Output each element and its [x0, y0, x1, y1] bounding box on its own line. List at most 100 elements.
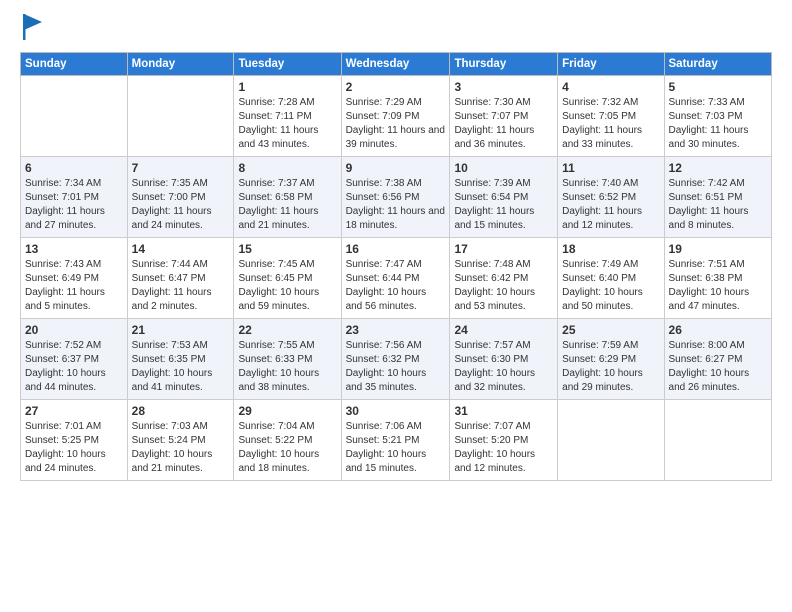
- sunset-text: Sunset: 6:38 PM: [669, 272, 767, 286]
- sunrise-text: Sunrise: 7:32 AM: [562, 96, 659, 110]
- weekday-header-monday: Monday: [127, 53, 234, 76]
- sunrise-text: Sunrise: 7:44 AM: [132, 258, 230, 272]
- daylight-text: Daylight: 10 hours and 18 minutes.: [238, 448, 336, 476]
- day-number: 10: [454, 161, 553, 175]
- daylight-text: Daylight: 11 hours and 8 minutes.: [669, 205, 767, 233]
- day-info: Sunrise: 7:37 AMSunset: 6:58 PMDaylight:…: [238, 177, 336, 233]
- day-number: 5: [669, 80, 767, 94]
- day-cell: 12Sunrise: 7:42 AMSunset: 6:51 PMDayligh…: [664, 157, 771, 238]
- daylight-text: Daylight: 11 hours and 30 minutes.: [669, 124, 767, 152]
- day-info: Sunrise: 7:06 AMSunset: 5:21 PMDaylight:…: [346, 420, 446, 476]
- sunrise-text: Sunrise: 7:06 AM: [346, 420, 446, 434]
- day-cell: [127, 76, 234, 157]
- day-info: Sunrise: 7:35 AMSunset: 7:00 PMDaylight:…: [132, 177, 230, 233]
- sunrise-text: Sunrise: 7:07 AM: [454, 420, 553, 434]
- day-number: 17: [454, 242, 553, 256]
- weekday-header-tuesday: Tuesday: [234, 53, 341, 76]
- day-cell: 15 Sunrise: 7:45 AMSunset: 6:45 PMDayligh…: [234, 238, 341, 319]
- day-number: 20: [25, 323, 123, 337]
- sunset-text: Sunset: 5:25 PM: [25, 434, 123, 448]
- day-cell: 30Sunrise: 7:06 AMSunset: 5:21 PMDayligh…: [341, 400, 450, 481]
- day-number: 13: [25, 242, 123, 256]
- day-info: Sunrise: 7:33 AMSunset: 7:03 PMDaylight:…: [669, 96, 767, 152]
- sunset-text: Sunset: 6:49 PM: [25, 272, 123, 286]
- day-info: Sunrise: 7:56 AMSunset: 6:32 PMDaylight:…: [346, 339, 446, 395]
- sunrise-text: Sunrise: 7:48 AM: [454, 258, 553, 272]
- header: [20, 16, 772, 42]
- sunset-text: Sunset: 7:07 PM: [454, 110, 553, 124]
- sunrise-text: Sunrise: 7:29 AM: [346, 96, 446, 110]
- daylight-text: Daylight: 10 hours and 53 minutes.: [454, 286, 553, 314]
- day-info: Sunrise: 7:45 AMSunset: 6:45 PMDaylight:…: [238, 258, 336, 314]
- day-info: Sunrise: 7:59 AMSunset: 6:29 PMDaylight:…: [562, 339, 659, 395]
- day-info: Sunrise: 7:39 AMSunset: 6:54 PMDaylight:…: [454, 177, 553, 233]
- day-cell: 24Sunrise: 7:57 AMSunset: 6:30 PMDayligh…: [450, 319, 558, 400]
- day-cell: 9Sunrise: 7:38 AMSunset: 6:56 PMDaylight…: [341, 157, 450, 238]
- day-info: Sunrise: 7:07 AMSunset: 5:20 PMDaylight:…: [454, 420, 553, 476]
- day-cell: 19 Sunrise: 7:51 AMSunset: 6:38 PMDayligh…: [664, 238, 771, 319]
- sunrise-text: Sunrise: 7:43 AM: [25, 258, 123, 272]
- daylight-text: Daylight: 10 hours and 47 minutes.: [669, 286, 767, 314]
- day-cell: 2Sunrise: 7:29 AMSunset: 7:09 PMDaylight…: [341, 76, 450, 157]
- week-row-4: 20 Sunrise: 7:52 AMSunset: 6:37 PMDayligh…: [21, 319, 772, 400]
- day-number: 11: [562, 161, 659, 175]
- sunrise-text: Sunrise: 7:49 AM: [562, 258, 659, 272]
- weekday-header-saturday: Saturday: [664, 53, 771, 76]
- sunset-text: Sunset: 6:35 PM: [132, 353, 230, 367]
- sunset-text: Sunset: 6:33 PM: [238, 353, 336, 367]
- day-info: Sunrise: 7:28 AMSunset: 7:11 PMDaylight:…: [238, 96, 336, 152]
- day-number: 1: [238, 80, 336, 94]
- day-info: Sunrise: 7:53 AMSunset: 6:35 PMDaylight:…: [132, 339, 230, 395]
- day-cell: 21Sunrise: 7:53 AMSunset: 6:35 PMDayligh…: [127, 319, 234, 400]
- day-cell: 18 Sunrise: 7:49 AMSunset: 6:40 PMDayligh…: [558, 238, 664, 319]
- sunrise-text: Sunrise: 7:38 AM: [346, 177, 446, 191]
- daylight-text: Daylight: 11 hours and 39 minutes.: [346, 124, 446, 152]
- day-cell: 5 Sunrise: 7:33 AMSunset: 7:03 PMDaylight…: [664, 76, 771, 157]
- daylight-text: Daylight: 11 hours and 12 minutes.: [562, 205, 659, 233]
- day-number: 8: [238, 161, 336, 175]
- day-info: Sunrise: 7:55 AMSunset: 6:33 PMDaylight:…: [238, 339, 336, 395]
- weekday-header-thursday: Thursday: [450, 53, 558, 76]
- daylight-text: Daylight: 10 hours and 15 minutes.: [346, 448, 446, 476]
- sunset-text: Sunset: 6:52 PM: [562, 191, 659, 205]
- day-number: 31: [454, 404, 553, 418]
- daylight-text: Daylight: 11 hours and 43 minutes.: [238, 124, 336, 152]
- daylight-text: Daylight: 10 hours and 24 minutes.: [25, 448, 123, 476]
- day-info: Sunrise: 7:34 AMSunset: 7:01 PMDaylight:…: [25, 177, 123, 233]
- sunset-text: Sunset: 7:09 PM: [346, 110, 446, 124]
- sunset-text: Sunset: 5:24 PM: [132, 434, 230, 448]
- day-cell: [558, 400, 664, 481]
- logo-icon: [22, 12, 44, 42]
- day-cell: [664, 400, 771, 481]
- sunset-text: Sunset: 6:56 PM: [346, 191, 446, 205]
- day-number: 9: [346, 161, 446, 175]
- day-info: Sunrise: 7:42 AMSunset: 6:51 PMDaylight:…: [669, 177, 767, 233]
- day-number: 7: [132, 161, 230, 175]
- day-info: Sunrise: 7:52 AMSunset: 6:37 PMDaylight:…: [25, 339, 123, 395]
- sunrise-text: Sunrise: 7:39 AM: [454, 177, 553, 191]
- sunset-text: Sunset: 6:32 PM: [346, 353, 446, 367]
- sunset-text: Sunset: 7:01 PM: [25, 191, 123, 205]
- sunrise-text: Sunrise: 7:51 AM: [669, 258, 767, 272]
- daylight-text: Daylight: 10 hours and 21 minutes.: [132, 448, 230, 476]
- day-number: 27: [25, 404, 123, 418]
- sunset-text: Sunset: 5:20 PM: [454, 434, 553, 448]
- sunset-text: Sunset: 7:05 PM: [562, 110, 659, 124]
- daylight-text: Daylight: 11 hours and 15 minutes.: [454, 205, 553, 233]
- week-row-5: 27Sunrise: 7:01 AMSunset: 5:25 PMDayligh…: [21, 400, 772, 481]
- day-info: Sunrise: 7:43 AMSunset: 6:49 PMDaylight:…: [25, 258, 123, 314]
- day-number: 19: [669, 242, 767, 256]
- daylight-text: Daylight: 11 hours and 2 minutes.: [132, 286, 230, 314]
- weekday-header-row: SundayMondayTuesdayWednesdayThursdayFrid…: [21, 53, 772, 76]
- daylight-text: Daylight: 10 hours and 41 minutes.: [132, 367, 230, 395]
- day-number: 15: [238, 242, 336, 256]
- sunset-text: Sunset: 7:00 PM: [132, 191, 230, 205]
- day-number: 24: [454, 323, 553, 337]
- day-number: 26: [669, 323, 767, 337]
- sunrise-text: Sunrise: 7:33 AM: [669, 96, 767, 110]
- day-cell: 1 Sunrise: 7:28 AMSunset: 7:11 PMDaylight…: [234, 76, 341, 157]
- day-info: Sunrise: 7:49 AMSunset: 6:40 PMDaylight:…: [562, 258, 659, 314]
- day-cell: 8 Sunrise: 7:37 AMSunset: 6:58 PMDaylight…: [234, 157, 341, 238]
- day-number: 18: [562, 242, 659, 256]
- day-cell: 16Sunrise: 7:47 AMSunset: 6:44 PMDayligh…: [341, 238, 450, 319]
